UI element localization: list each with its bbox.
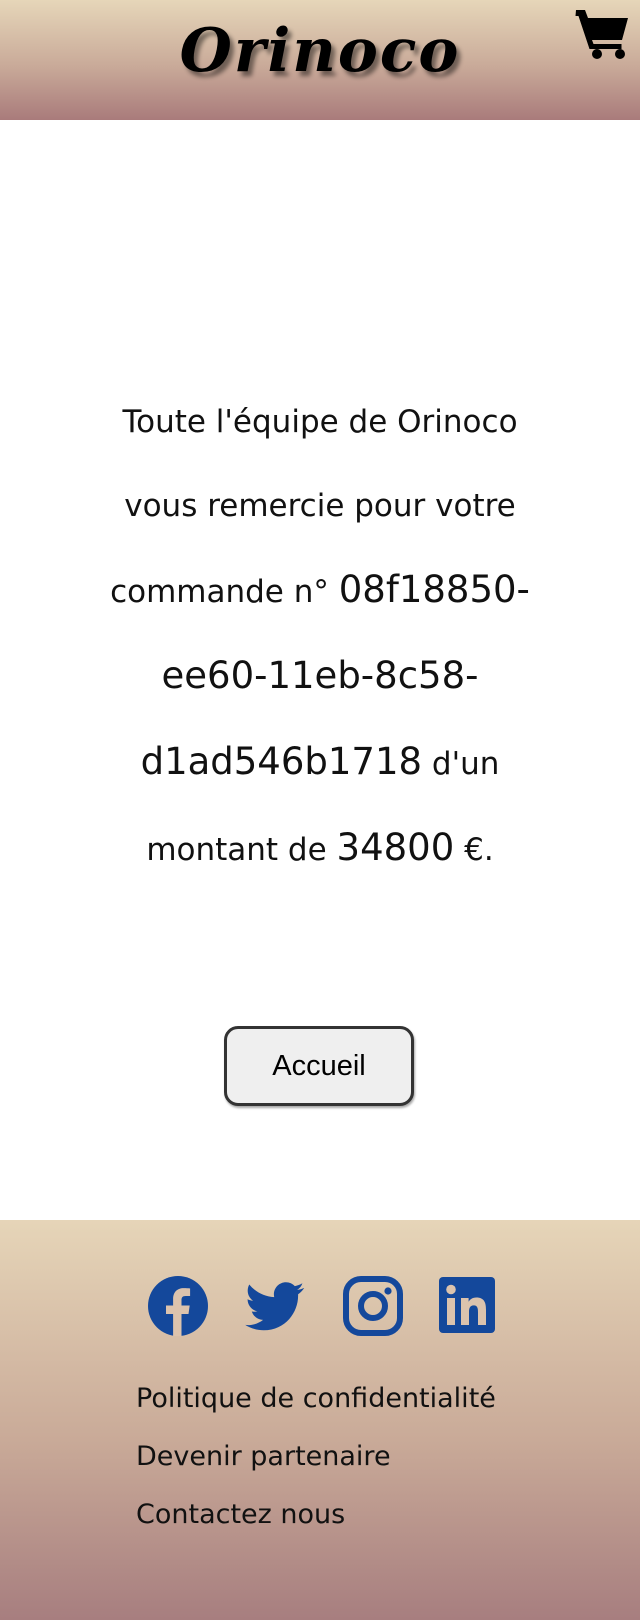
twitter-icon[interactable] <box>244 1275 306 1337</box>
order-id-part-1: 08f18850- <box>338 568 530 611</box>
thanks-line-2: vous remercie pour votre <box>124 488 516 524</box>
site-header: Orinoco <box>0 0 640 120</box>
instagram-icon[interactable] <box>342 1275 404 1337</box>
order-id-part-3: d1ad546b1718 <box>140 740 423 783</box>
order-amount: 34800 <box>336 826 455 869</box>
amount-label: montant de <box>146 832 337 868</box>
thanks-line-1: Toute l'équipe de Orinoco <box>122 404 518 440</box>
footer-link-item: Politique de confidentialité <box>136 1383 496 1441</box>
home-button[interactable]: Accueil <box>224 1026 414 1106</box>
social-links <box>0 1275 640 1339</box>
order-label: commande n° <box>110 574 339 610</box>
site-footer: Politique de confidentialité Devenir par… <box>0 1220 640 1620</box>
thank-you-message: Toute l'équipe de Orinoco vous remercie … <box>80 380 560 892</box>
linkedin-icon[interactable] <box>437 1275 499 1337</box>
amount-intro: d'un <box>422 746 500 782</box>
shopping-cart-icon[interactable] <box>574 6 632 60</box>
footer-links: Politique de confidentialité Devenir par… <box>136 1383 496 1557</box>
facebook-icon[interactable] <box>147 1275 209 1337</box>
order-id-part-2: ee60-11eb-8c58- <box>161 654 479 697</box>
currency-symbol: €. <box>454 832 494 868</box>
site-logo[interactable]: Orinoco <box>0 16 640 86</box>
order-confirmation-page: Orinoco Toute l'équipe de Orinoco vous r… <box>0 0 640 1620</box>
main-content: Toute l'équipe de Orinoco vous remercie … <box>0 120 640 1220</box>
footer-link-item: Devenir partenaire <box>136 1441 496 1499</box>
contact-link[interactable]: Contactez nous <box>136 1499 345 1530</box>
become-partner-link[interactable]: Devenir partenaire <box>136 1441 391 1472</box>
privacy-policy-link[interactable]: Politique de confidentialité <box>136 1383 496 1414</box>
footer-link-item: Contactez nous <box>136 1499 496 1557</box>
